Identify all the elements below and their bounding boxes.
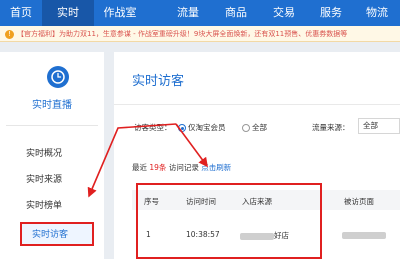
nav-item-logistics[interactable]: 物流	[354, 0, 400, 26]
column-header-page: 被访页面	[344, 197, 374, 206]
traffic-source-label: 流量来源：	[312, 123, 350, 132]
nav-item-transactions[interactable]: 交易	[260, 0, 308, 26]
radio-selected-icon[interactable]	[178, 124, 186, 132]
sidebar-item-visitors[interactable]: 实时访客	[20, 222, 94, 246]
nav-item-service[interactable]: 服务	[308, 0, 354, 26]
sidebar: 实时直播 实时概况 实时来源 实时榜单 实时访客	[0, 52, 104, 259]
sidebar-item-sources[interactable]: 实时来源	[0, 172, 104, 185]
recent-prefix: 最近	[132, 163, 147, 172]
nav-item-traffic[interactable]: 流量	[164, 0, 212, 26]
recent-count: 19条	[149, 163, 167, 172]
sidebar-title: 实时直播	[32, 100, 72, 111]
traffic-source-select[interactable]: 全部	[358, 118, 400, 134]
recent-suffix: 访问记录	[168, 163, 199, 172]
blurred-text	[342, 231, 386, 239]
radio-taobao-members[interactable]: 仅淘宝会员	[178, 122, 226, 133]
sidebar-item-overview[interactable]: 实时概况	[0, 146, 104, 159]
alert-icon: !	[5, 29, 14, 39]
highlight-box	[136, 183, 322, 259]
top-navigation: 首页 实时 作战室 流量 商品 交易 服务 物流	[0, 0, 400, 26]
clock-icon	[47, 66, 69, 88]
page-title: 实时访客	[132, 74, 185, 89]
sidebar-divider	[6, 125, 98, 126]
refresh-link[interactable]: 点击刷新	[201, 163, 231, 172]
row-page[interactable]	[342, 230, 386, 239]
radio-all-label: 全部	[252, 123, 267, 132]
radio-taobao-members-label: 仅淘宝会员	[188, 123, 226, 132]
sidebar-item-rankings[interactable]: 实时榜单	[0, 198, 104, 211]
radio-unselected-icon[interactable]	[242, 124, 250, 132]
recent-records-line: 最近 19条 访问记录 点击刷新	[132, 162, 231, 173]
nav-item-home[interactable]: 首页	[0, 0, 42, 26]
radio-all[interactable]: 全部	[242, 122, 267, 133]
nav-item-war-room[interactable]: 作战室	[94, 0, 146, 26]
notice-bar: ! 【官方福利】为助力双11，生意参谋 - 作战室重磅升级！9块大屏全面焕新，还有…	[0, 26, 400, 42]
nav-item-realtime[interactable]: 实时	[42, 0, 94, 26]
notice-text[interactable]: 【官方福利】为助力双11，生意参谋 - 作战室重磅升级！9块大屏全面焕新，还有双…	[17, 30, 347, 38]
visitor-type-label: 访客类型：	[134, 123, 172, 132]
nav-item-products[interactable]: 商品	[212, 0, 260, 26]
title-divider	[114, 104, 400, 105]
